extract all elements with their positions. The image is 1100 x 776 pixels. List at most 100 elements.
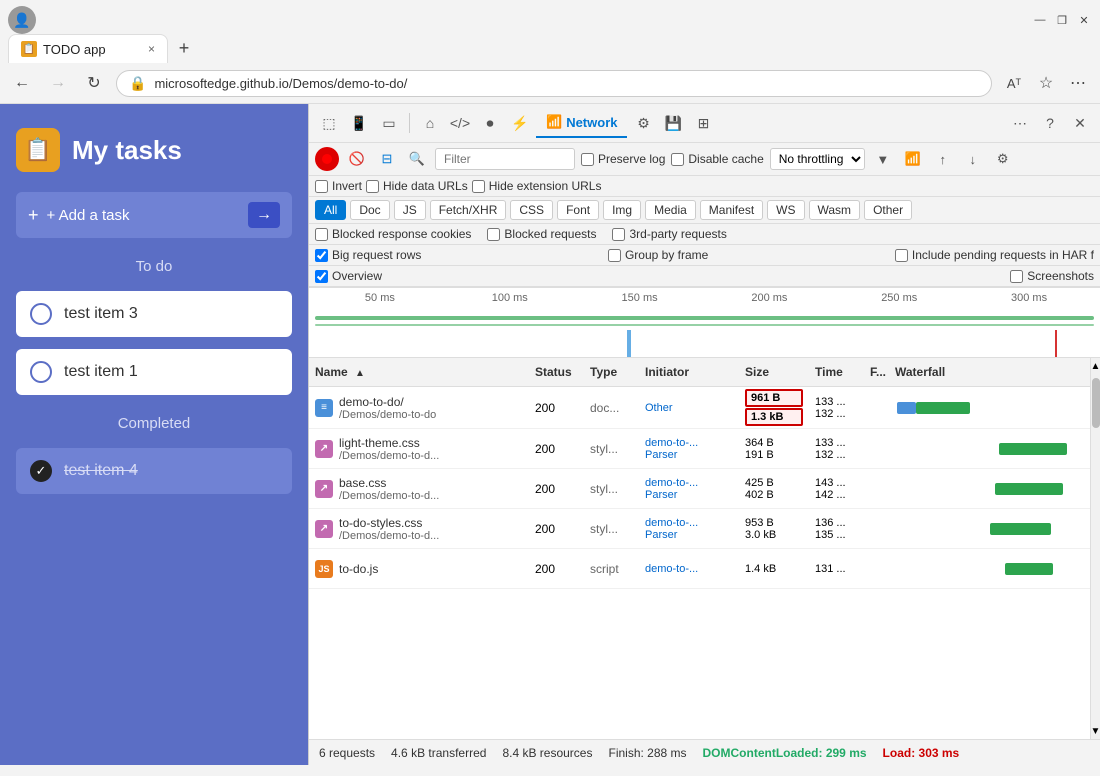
- col-initiator[interactable]: Initiator: [639, 362, 739, 382]
- preserve-log-checkbox[interactable]: [581, 153, 594, 166]
- scroll-up-button[interactable]: ▲: [1091, 358, 1100, 374]
- inspect-icon[interactable]: ⬚: [315, 109, 343, 137]
- chip-manifest[interactable]: Manifest: [700, 200, 763, 220]
- read-aloud-icon[interactable]: Aᵀ: [1000, 69, 1028, 97]
- preserve-log-checkbox-label[interactable]: Preserve log: [581, 152, 665, 166]
- include-pending-label[interactable]: Include pending requests in HAR f: [895, 248, 1094, 262]
- devtools-close-icon[interactable]: ✕: [1066, 109, 1094, 137]
- filter-toggle-button[interactable]: ⊟: [375, 147, 399, 171]
- chip-fetch-xhr[interactable]: Fetch/XHR: [430, 200, 507, 220]
- chip-font[interactable]: Font: [557, 200, 599, 220]
- chip-wasm[interactable]: Wasm: [809, 200, 861, 220]
- col-time[interactable]: Time: [809, 362, 864, 382]
- chip-ws[interactable]: WS: [767, 200, 804, 220]
- performance-icon[interactable]: ⚙: [629, 109, 657, 137]
- tab-network[interactable]: 📶 Network: [536, 108, 627, 138]
- group-by-frame-checkbox[interactable]: [608, 249, 621, 262]
- chip-other[interactable]: Other: [864, 200, 912, 220]
- table-row-light-theme[interactable]: ↗ light-theme.css /Demos/demo-to-d... 20…: [309, 429, 1090, 469]
- export-har-icon[interactable]: ↓: [961, 147, 985, 171]
- blocked-requests-checkbox[interactable]: [487, 228, 500, 241]
- throttle-dropdown-icon[interactable]: ▼: [871, 147, 895, 171]
- search-button[interactable]: 🔍: [405, 147, 429, 171]
- network-timeline[interactable]: 50 ms 100 ms 150 ms 200 ms 250 ms 300 ms: [309, 288, 1100, 358]
- sidebar-icon[interactable]: ▭: [375, 109, 403, 137]
- disable-cache-checkbox[interactable]: [671, 153, 684, 166]
- hide-extension-urls-label[interactable]: Hide extension URLs: [472, 179, 602, 193]
- table-row-base-css[interactable]: ↗ base.css /Demos/demo-to-d... 200 styl.…: [309, 469, 1090, 509]
- blocked-cookies-label[interactable]: Blocked response cookies: [315, 227, 471, 241]
- url-bar[interactable]: 🔒 microsoftedge.github.io/Demos/demo-to-…: [116, 70, 992, 97]
- home-icon[interactable]: ⌂: [416, 109, 444, 137]
- big-rows-checkbox[interactable]: [315, 249, 328, 262]
- task-item-1[interactable]: test item 1: [16, 349, 292, 395]
- settings-icon[interactable]: ⚙: [991, 147, 1015, 171]
- tab-close-button[interactable]: ×: [148, 42, 155, 56]
- col-waterfall[interactable]: Waterfall: [889, 362, 1090, 382]
- group-by-frame-label[interactable]: Group by frame: [608, 248, 708, 262]
- throttle-select[interactable]: No throttling: [770, 148, 865, 170]
- close-icon[interactable]: ✕: [1076, 12, 1092, 28]
- add-task-button[interactable]: + + Add a task →: [16, 192, 292, 238]
- network-table[interactable]: Name ▲ Status Type Initiator Size Time F…: [309, 358, 1090, 739]
- col-type[interactable]: Type: [584, 362, 639, 382]
- table-row-todo-js[interactable]: JS to-do.js 200 script demo-to-... 1.4 k…: [309, 549, 1090, 589]
- chip-img[interactable]: Img: [603, 200, 641, 220]
- chip-doc[interactable]: Doc: [350, 200, 389, 220]
- hide-extension-urls-checkbox[interactable]: [472, 180, 485, 193]
- favorites-icon[interactable]: ☆: [1032, 69, 1060, 97]
- help-icon[interactable]: ?: [1036, 109, 1064, 137]
- task-checkbox-3[interactable]: [30, 303, 52, 325]
- overview-checkbox[interactable]: [315, 270, 328, 283]
- col-f[interactable]: F...: [864, 362, 889, 382]
- task-item-3[interactable]: test item 3: [16, 291, 292, 337]
- invert-checkbox[interactable]: [315, 180, 328, 193]
- device-icon[interactable]: 📱: [345, 109, 373, 137]
- chip-js[interactable]: JS: [394, 200, 426, 220]
- record-button[interactable]: [315, 147, 339, 171]
- third-party-label[interactable]: 3rd-party requests: [612, 227, 726, 241]
- task-item-4[interactable]: ✓ test item 4: [16, 448, 292, 494]
- chip-all[interactable]: All: [315, 200, 346, 220]
- clear-button[interactable]: 🚫: [345, 147, 369, 171]
- scroll-thumb[interactable]: [1092, 378, 1100, 428]
- more-icon[interactable]: ⋯: [1064, 69, 1092, 97]
- disable-cache-checkbox-label[interactable]: Disable cache: [671, 152, 763, 166]
- scroll-down-button[interactable]: ▼: [1091, 723, 1100, 739]
- invert-checkbox-label[interactable]: Invert: [315, 179, 362, 193]
- more-tools-icon[interactable]: ⋯: [1006, 109, 1034, 137]
- minimize-icon[interactable]: —: [1032, 12, 1048, 28]
- source-icon[interactable]: </>: [446, 109, 474, 137]
- forward-button[interactable]: →: [44, 69, 72, 97]
- table-row-demo-to-do[interactable]: ≡ demo-to-do/ /Demos/demo-to-do 200 doc.…: [309, 387, 1090, 429]
- task-checkbox-4[interactable]: ✓: [30, 460, 52, 482]
- overview-label[interactable]: Overview: [315, 269, 382, 283]
- include-pending-checkbox[interactable]: [895, 249, 908, 262]
- col-name[interactable]: Name ▲: [309, 362, 529, 382]
- memory-icon[interactable]: 💾: [659, 109, 687, 137]
- recorder-icon[interactable]: ⏺: [476, 109, 504, 137]
- screenshots-label[interactable]: Screenshots: [1010, 269, 1094, 283]
- active-tab[interactable]: 📋 TODO app ×: [8, 34, 168, 63]
- refresh-button[interactable]: ↻: [80, 69, 108, 97]
- network-conditions-icon[interactable]: 📶: [901, 147, 925, 171]
- hide-data-urls-label[interactable]: Hide data URLs: [366, 179, 468, 193]
- col-size[interactable]: Size: [739, 362, 809, 382]
- big-rows-label[interactable]: Big request rows: [315, 248, 421, 262]
- task-checkbox-1[interactable]: [30, 361, 52, 383]
- scroll-thumb-area[interactable]: [1091, 374, 1100, 723]
- chip-css[interactable]: CSS: [510, 200, 553, 220]
- blocked-cookies-checkbox[interactable]: [315, 228, 328, 241]
- screenshots-checkbox[interactable]: [1010, 270, 1023, 283]
- profile-icon[interactable]: 👤: [8, 6, 36, 34]
- application-icon[interactable]: ⊞: [689, 109, 717, 137]
- blocked-requests-label[interactable]: Blocked requests: [487, 227, 596, 241]
- import-har-icon[interactable]: ↑: [931, 147, 955, 171]
- network-scrollbar[interactable]: ▲ ▼: [1090, 358, 1100, 739]
- col-status[interactable]: Status: [529, 362, 584, 382]
- filter-input[interactable]: [435, 148, 575, 170]
- table-row-todo-styles[interactable]: ↗ to-do-styles.css /Demos/demo-to-d... 2…: [309, 509, 1090, 549]
- chip-media[interactable]: Media: [645, 200, 696, 220]
- new-tab-button[interactable]: +: [170, 35, 198, 63]
- back-button[interactable]: ←: [8, 69, 36, 97]
